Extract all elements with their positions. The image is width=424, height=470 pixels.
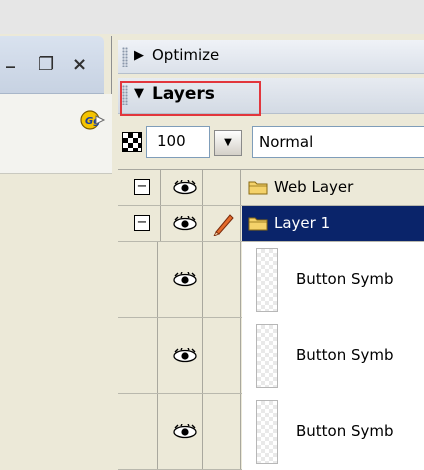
symbol-thumbnail xyxy=(256,248,278,312)
collapse-toggle[interactable]: − xyxy=(134,179,150,195)
object-row[interactable]: Button Symb xyxy=(118,394,424,470)
edit-symbol-icon[interactable]: Gg xyxy=(80,108,106,134)
opacity-icon xyxy=(122,132,142,152)
eye-icon[interactable] xyxy=(172,424,198,440)
object-name-area[interactable]: Button Symb xyxy=(242,242,424,318)
document-window: _ ❐ × Gg xyxy=(0,36,112,470)
blend-mode-select[interactable]: Normal xyxy=(252,126,424,158)
optimize-panel-header[interactable]: ▶ Optimize xyxy=(118,40,424,74)
indent-column xyxy=(118,394,158,469)
top-strip xyxy=(0,0,424,34)
minimize-button[interactable]: _ xyxy=(6,50,15,68)
object-name: Button Symb xyxy=(296,346,394,364)
object-row[interactable]: Button Symb xyxy=(118,242,424,318)
layer-name-area[interactable]: Web Layer xyxy=(242,170,424,205)
close-button[interactable]: × xyxy=(72,56,87,74)
object-name: Button Symb xyxy=(296,270,394,288)
object-name: Button Symb xyxy=(296,422,394,440)
eye-icon[interactable] xyxy=(172,348,198,364)
panel-dock: ▶ Optimize ▼ Layers 100 ▼ Normal − Web L… xyxy=(118,34,424,470)
optimize-panel-title: Optimize xyxy=(152,46,220,64)
folder-icon xyxy=(248,217,268,231)
layer-properties-row: 100 ▼ Normal xyxy=(118,120,424,170)
eye-icon[interactable] xyxy=(172,272,198,288)
collapsed-arrow-icon: ▶ xyxy=(134,48,144,63)
layer-row-web-layer[interactable]: − Web Layer xyxy=(118,170,424,206)
opacity-input[interactable]: 100 xyxy=(146,126,210,158)
layers-list: − Web Layer − Layer 1 Button Symb Button… xyxy=(118,170,424,470)
folder-icon xyxy=(248,181,268,195)
symbol-thumbnail xyxy=(256,400,278,464)
eye-icon[interactable] xyxy=(172,216,198,232)
opacity-dropdown-button[interactable]: ▼ xyxy=(214,130,242,156)
document-toolbar: Gg xyxy=(0,94,112,174)
layer-name-area[interactable]: Layer 1 xyxy=(242,206,424,241)
layer-name: Layer 1 xyxy=(274,214,331,232)
object-row[interactable]: Button Symb xyxy=(118,318,424,394)
indent-column xyxy=(118,242,158,317)
restore-button[interactable]: ❐ xyxy=(38,56,54,74)
document-titlebar: _ ❐ × xyxy=(0,36,104,94)
pencil-icon[interactable] xyxy=(210,210,236,236)
symbol-thumbnail xyxy=(256,324,278,388)
collapse-toggle[interactable]: − xyxy=(134,215,150,231)
object-name-area[interactable]: Button Symb xyxy=(242,318,424,394)
layer-row-layer-1[interactable]: − Layer 1 xyxy=(118,206,424,242)
indent-column xyxy=(118,318,158,393)
object-name-area[interactable]: Button Symb xyxy=(242,394,424,470)
gripper-icon[interactable] xyxy=(122,47,128,67)
highlight-box xyxy=(120,81,261,116)
document-canvas[interactable] xyxy=(0,174,112,470)
layer-name: Web Layer xyxy=(274,178,354,196)
eye-icon[interactable] xyxy=(172,180,198,196)
